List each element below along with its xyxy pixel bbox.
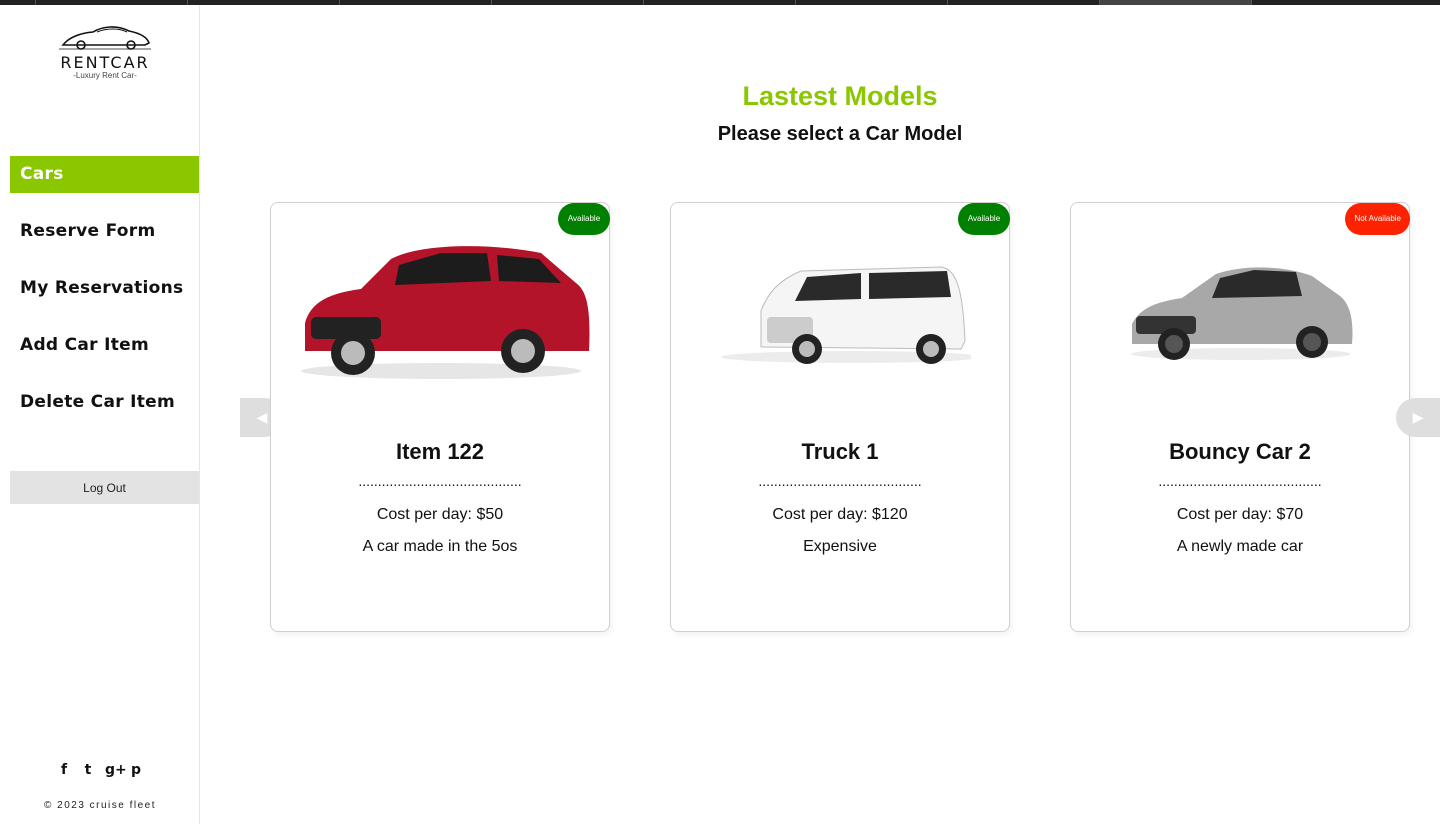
car-image bbox=[691, 223, 991, 398]
car-card[interactable]: Not Available Bouncy Car 2 .............… bbox=[1070, 202, 1410, 632]
brand-name: RENTCAR bbox=[60, 53, 150, 72]
car-name: Item 122 bbox=[395, 439, 485, 464]
car-description: A car made in the 5os bbox=[362, 538, 518, 555]
page-title: Lastest Models bbox=[742, 81, 938, 111]
car-image bbox=[1091, 223, 1391, 398]
nav-item-reserve-form[interactable]: Reserve Form bbox=[10, 213, 199, 250]
main-content: Lastest Models Please select a Car Model… bbox=[200, 5, 1440, 824]
nav-item-my-reservations[interactable]: My Reservations bbox=[10, 270, 199, 307]
status-badge: Available bbox=[558, 203, 610, 235]
car-cost: Cost per day: $70 bbox=[1176, 506, 1304, 523]
car-image bbox=[291, 223, 591, 398]
carousel-next-button[interactable]: ▶ bbox=[1396, 398, 1440, 437]
status-badge: Available bbox=[958, 203, 1010, 235]
car-card[interactable]: Available Truck 1 ......................… bbox=[670, 202, 1010, 632]
brand-logo[interactable]: RENTCAR -Luxury Rent Car- bbox=[40, 23, 170, 93]
copyright-text: © 2023 cruise fleet bbox=[43, 800, 157, 811]
chevron-right-icon: ▶ bbox=[1412, 409, 1424, 425]
brand-tagline: -Luxury Rent Car- bbox=[73, 71, 137, 80]
car-description: A newly made car bbox=[1176, 538, 1304, 555]
nav-item-cars[interactable]: Cars bbox=[10, 156, 199, 193]
van-image-icon bbox=[721, 265, 971, 364]
facebook-icon[interactable]: f bbox=[57, 762, 71, 778]
sidebar-nav: Cars Reserve Form My Reservations Add Ca… bbox=[10, 156, 199, 441]
social-links: f t g+ p bbox=[0, 762, 200, 778]
car-cost: Cost per day: $50 bbox=[376, 506, 504, 523]
card-divider: ........................................… bbox=[758, 473, 922, 489]
twitter-icon[interactable]: t bbox=[81, 762, 95, 778]
logout-button[interactable]: Log Out bbox=[10, 471, 199, 504]
chevron-left-icon: ◀ bbox=[256, 409, 268, 425]
page-subtitle: Please select a Car Model bbox=[717, 123, 963, 145]
status-badge: Not Available bbox=[1345, 203, 1410, 235]
sedan-image-icon bbox=[1131, 266, 1353, 360]
car-name: Truck 1 bbox=[801, 439, 879, 464]
sidebar: RENTCAR -Luxury Rent Car- Cars Reserve F… bbox=[0, 5, 200, 824]
car-cost: Cost per day: $120 bbox=[772, 506, 908, 523]
car-card[interactable]: Available Item 122 .....................… bbox=[270, 202, 610, 632]
car-name: Bouncy Car 2 bbox=[1169, 439, 1311, 464]
card-divider: ........................................… bbox=[1158, 473, 1322, 489]
car-logo-icon bbox=[59, 26, 151, 50]
pinterest-icon[interactable]: p bbox=[129, 762, 143, 778]
suv-image-icon bbox=[301, 245, 590, 379]
car-description: Expensive bbox=[803, 538, 877, 555]
google-plus-icon[interactable]: g+ bbox=[105, 762, 127, 778]
nav-item-add-car-item[interactable]: Add Car Item bbox=[10, 327, 199, 364]
card-divider: ........................................… bbox=[358, 473, 522, 489]
nav-item-delete-car-item[interactable]: Delete Car Item bbox=[10, 384, 199, 421]
